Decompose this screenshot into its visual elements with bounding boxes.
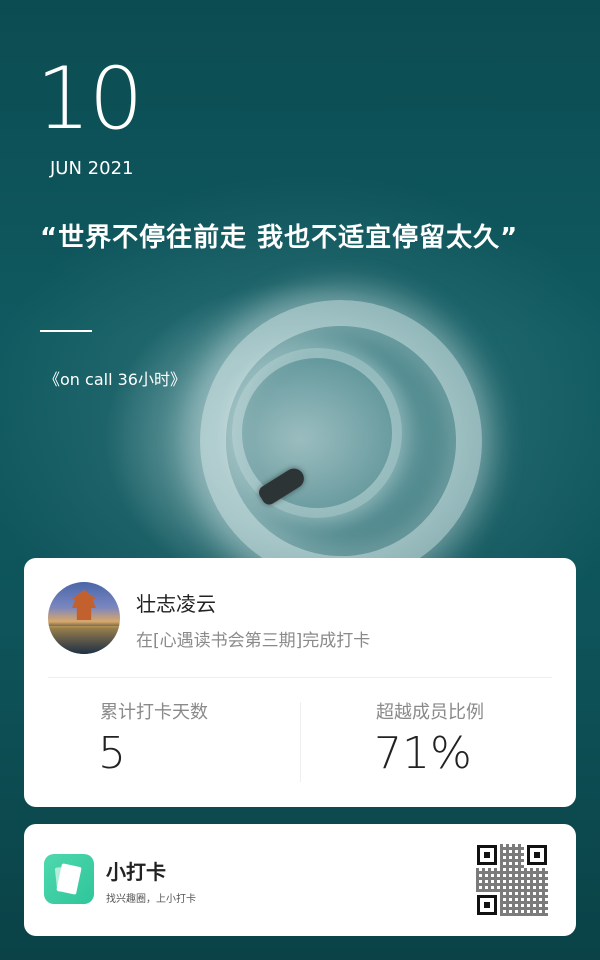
stat-label-percent: 超越成员比例 (376, 702, 484, 723)
quote-source: 《on call 36小时》 (44, 370, 186, 389)
date-day: 10 (36, 49, 143, 149)
date-month-year: JUN 2021 (50, 158, 134, 179)
logo-page-front (56, 863, 82, 895)
quote-divider (40, 330, 92, 332)
app-name: 小打卡 (106, 860, 166, 884)
brand-card: 小打卡 找兴趣圈，上小打卡 (24, 824, 576, 936)
qr-code[interactable] (476, 844, 548, 916)
boat-wake-inner (232, 348, 402, 518)
card-divider (48, 677, 552, 678)
water-reflection (48, 626, 120, 654)
stat-value-days: 5 (98, 728, 126, 779)
qr-finder-bl (477, 895, 497, 915)
stat-value-percent: 71% (374, 728, 472, 779)
pagoda-image (72, 590, 96, 620)
avatar[interactable] (48, 582, 120, 654)
quote-text: “世界不停往前走 我也不适宜停留太久” (40, 223, 519, 253)
stat-label-days: 累计打卡天数 (100, 702, 208, 723)
qr-finder-tr (527, 845, 547, 865)
app-slogan: 找兴趣圈，上小打卡 (106, 894, 196, 905)
checkin-description: 在[心遇读书会第三期]完成打卡 (136, 631, 371, 651)
user-name[interactable]: 壮志凌云 (136, 588, 216, 617)
qr-finder-tl (477, 845, 497, 865)
app-logo-icon (44, 854, 94, 904)
checkin-card: 壮志凌云 在[心遇读书会第三期]完成打卡 累计打卡天数 5 超越成员比例 71% (24, 558, 576, 807)
stats-divider (300, 702, 301, 782)
